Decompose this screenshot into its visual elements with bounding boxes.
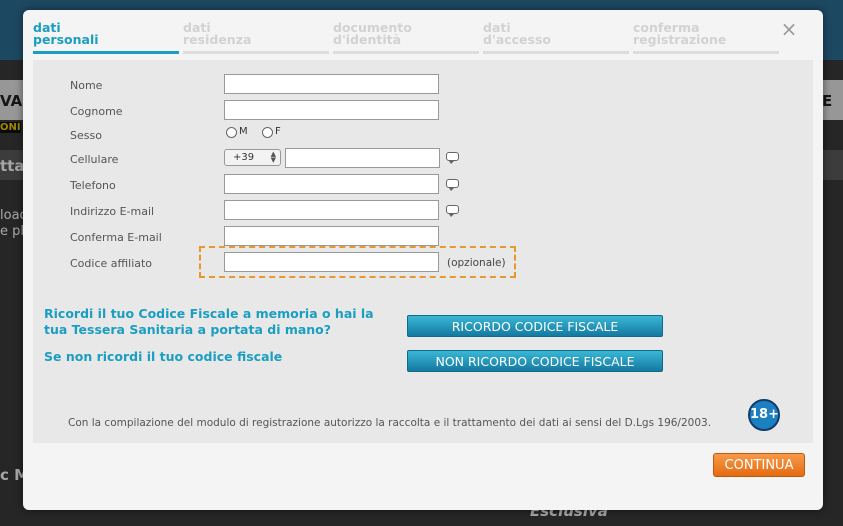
speech-bubble-icon[interactable] [446,205,459,217]
step-progress-bar [183,51,329,54]
label-cellulare: Cellulare [70,153,119,166]
close-icon[interactable]: × [780,19,798,39]
registration-steps: dati personali dati residenza documento … [33,20,781,54]
step-conferma-registrazione: conferma registrazione [633,20,779,54]
telefono-input[interactable] [224,174,439,194]
sesso-label-f: F [275,126,281,137]
label-cognome: Cognome [70,105,123,118]
nome-input[interactable] [224,74,439,94]
step-label: conferma registrazione [633,20,727,47]
age-18-badge: 18+ [748,399,780,431]
step-label: dati residenza [183,20,252,47]
country-prefix-select[interactable]: +39 ▲ ▼ [224,149,281,166]
registration-modal: dati personali dati residenza documento … [23,10,823,510]
continua-button[interactable]: CONTINUA [713,453,805,477]
optional-note: (opzionale) [447,257,506,269]
sesso-radio-f[interactable] [262,127,273,138]
label-sesso: Sesso [70,129,102,142]
cognome-input[interactable] [224,100,439,120]
sesso-label-m: M [239,126,248,137]
prefix-value: +39 [233,152,255,163]
step-dati-residenza: dati residenza [183,20,329,54]
label-email: Indirizzo E-mail [70,205,155,218]
step-progress-bar [33,51,179,54]
step-progress-bar [483,51,629,54]
email-input[interactable] [224,200,439,220]
form-panel: Nome Cognome Sesso M F Cellulare +39 ▲ ▼ … [33,60,813,443]
non-ricordo-codice-fiscale-button[interactable]: NON RICORDO CODICE FISCALE [407,350,663,372]
step-dati-personali: dati personali [33,20,179,54]
ricordo-codice-fiscale-button[interactable]: RICORDO CODICE FISCALE [407,315,663,337]
step-label: dati personali [33,20,99,47]
step-label: documento d'identità [333,20,412,47]
step-progress-bar [333,51,479,54]
label-conferma-email: Conferma E-mail [70,231,162,244]
cellulare-input[interactable] [285,148,440,168]
privacy-notice: Con la compilazione del modulo di regist… [68,417,712,429]
step-label: dati d'accesso [483,20,551,47]
codice-affiliato-input[interactable] [224,252,439,272]
label-nome: Nome [70,79,103,92]
step-dati-accesso: dati d'accesso [483,20,629,54]
label-telefono: Telefono [70,179,116,192]
stepper-arrows-icon: ▲ ▼ [270,150,276,164]
speech-bubble-icon[interactable] [446,152,459,164]
fiscal-question: Ricordi il tuo Codice Fiscale a memoria … [44,306,374,337]
speech-bubble-icon[interactable] [446,179,459,191]
label-codice-affiliato: Codice affiliato [70,257,153,270]
step-documento-identita: documento d'identità [333,20,479,54]
conferma-email-input[interactable] [224,226,439,246]
fiscal-alt-question: Se non ricordi il tuo codice fiscale [44,349,283,364]
step-progress-bar [633,51,779,54]
sesso-radio-m[interactable] [226,127,237,138]
